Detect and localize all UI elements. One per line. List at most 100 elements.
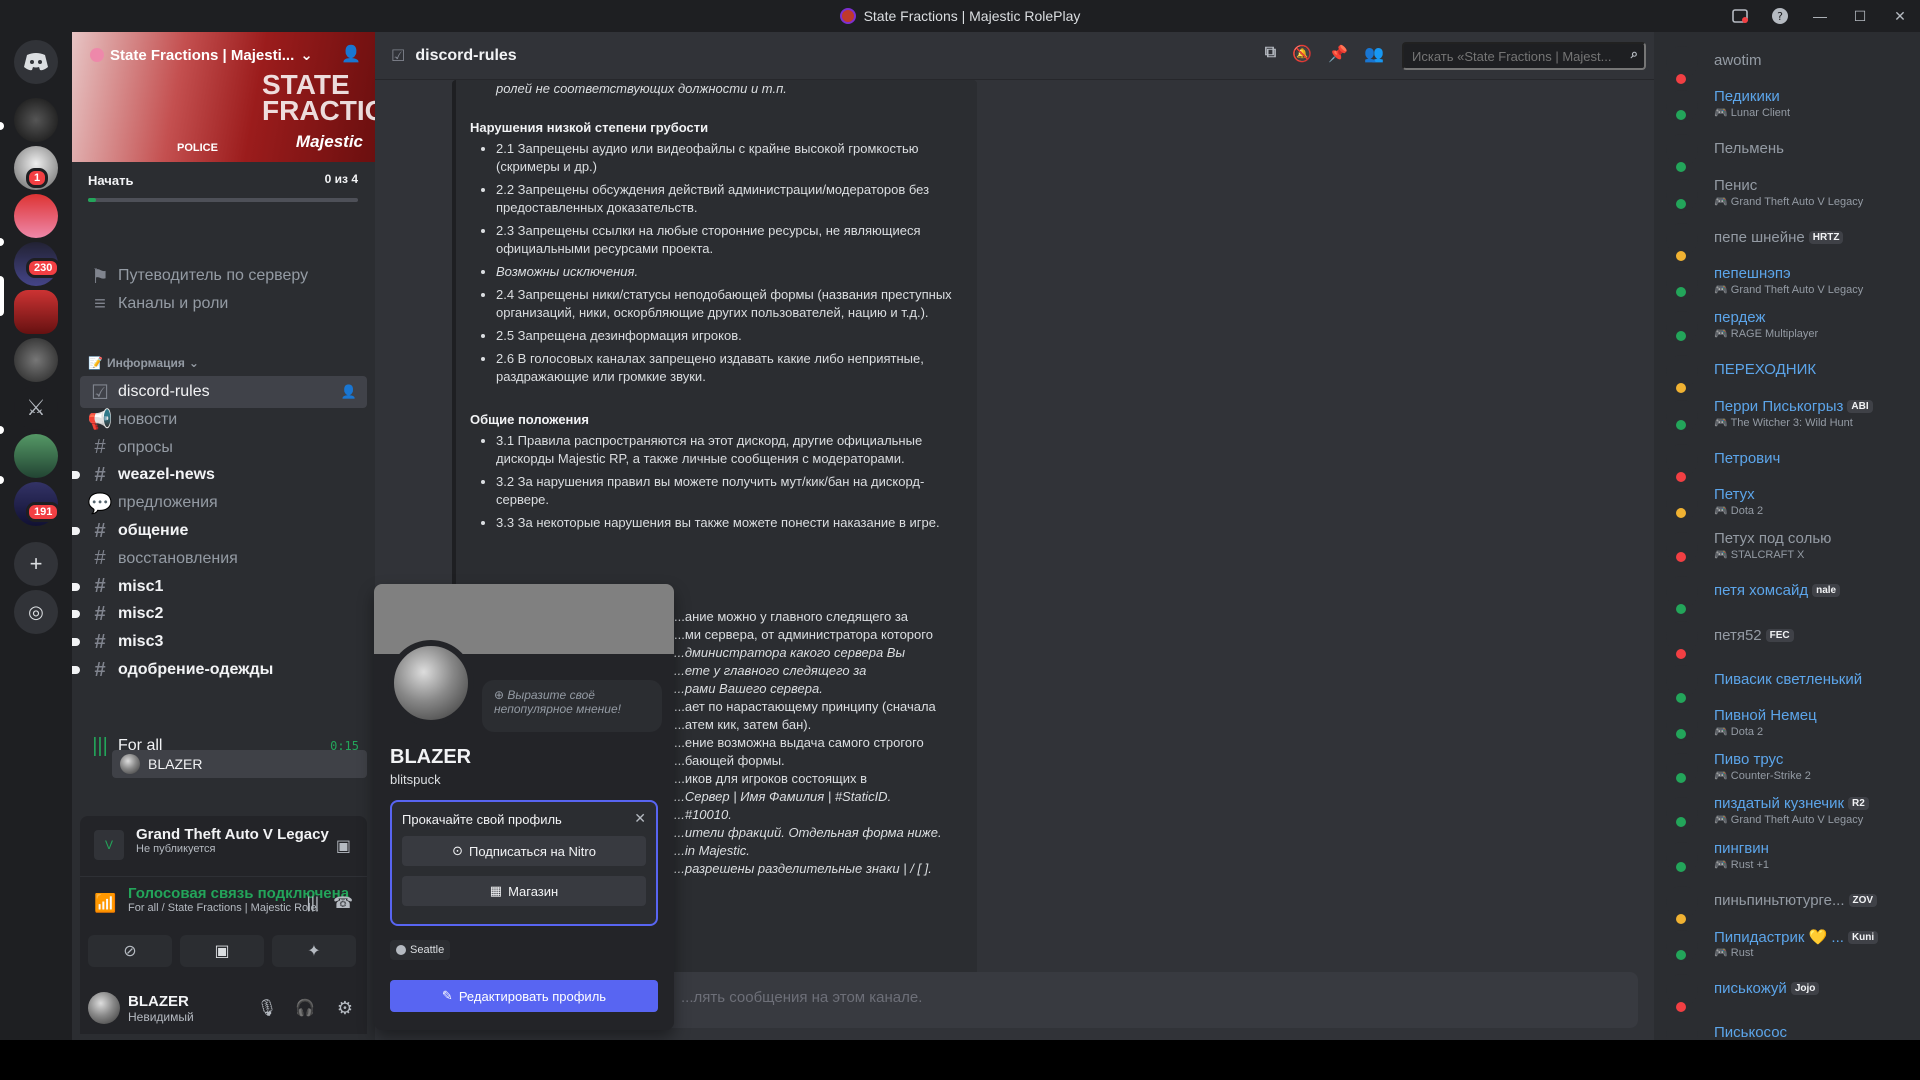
- avatar[interactable]: [88, 992, 120, 1024]
- guild-tag[interactable]: HRTZ: [1808, 230, 1844, 244]
- member-item[interactable]: Пивной Немец 🎮 Dota 2: [1666, 705, 1916, 747]
- member-item[interactable]: пиньпиньтютурге... ZOV: [1666, 882, 1916, 924]
- member-item[interactable]: ПЕРЕХОДНИК: [1666, 351, 1916, 394]
- screen-share-button[interactable]: ▣: [180, 935, 264, 967]
- home-button[interactable]: [14, 40, 58, 84]
- voice-user[interactable]: BLAZER: [112, 750, 367, 778]
- server-icon-1[interactable]: [14, 98, 58, 142]
- server-icon-state-fractions[interactable]: [14, 290, 58, 334]
- inbox-icon[interactable]: [1720, 7, 1760, 25]
- gamepad-icon: 🎮: [1714, 416, 1731, 429]
- camera-off-button[interactable]: ⊘: [88, 935, 172, 967]
- channel-10[interactable]: # одобрение-одежды: [72, 654, 367, 686]
- maximize-button[interactable]: ☐: [1840, 8, 1880, 25]
- disconnect-icon[interactable]: ☎: [333, 893, 353, 913]
- close-icon[interactable]: ✕: [634, 810, 646, 827]
- member-item[interactable]: пепешнэпэ 🎮 Grand Theft Auto V Legacy: [1666, 263, 1916, 305]
- profile-avatar[interactable]: [388, 640, 474, 726]
- member-item[interactable]: пингвин 🎮 Rust +1: [1666, 838, 1916, 880]
- mention-badge: 191: [26, 502, 61, 522]
- headphones-icon[interactable]: 🎧: [295, 998, 315, 1018]
- member-item[interactable]: петя хомсайд nale: [1666, 572, 1916, 615]
- settings-gear-icon[interactable]: ⚙: [337, 998, 353, 1019]
- guild-tag[interactable]: R2: [1848, 797, 1869, 811]
- server-icon-7[interactable]: ⚔: [14, 386, 58, 430]
- guild-tag[interactable]: ABI: [1847, 399, 1873, 413]
- member-item[interactable]: пердеж 🎮 RAGE Multiplayer: [1666, 307, 1916, 349]
- search-input[interactable]: [1402, 42, 1646, 70]
- stream-icon[interactable]: ▣: [336, 836, 351, 856]
- invite-icon[interactable]: 👤: [341, 384, 357, 400]
- guild-tag[interactable]: Jojo: [1790, 982, 1820, 996]
- user-info[interactable]: BLAZER Невидимый: [128, 993, 194, 1024]
- signal-icon[interactable]: 📶: [94, 893, 116, 914]
- member-item[interactable]: Пивасик светленький: [1666, 661, 1916, 703]
- member-item[interactable]: Пенис 🎮 Grand Theft Auto V Legacy: [1666, 175, 1916, 217]
- channel-label: новости: [118, 410, 178, 428]
- microphone-icon[interactable]: 🎙: [257, 998, 277, 1018]
- member-item[interactable]: Перри Писькогрыз ABI 🎮 The Witcher 3: Wild…: [1666, 396, 1916, 438]
- memo-icon: 📝: [88, 356, 103, 370]
- help-icon[interactable]: ?: [1760, 7, 1800, 25]
- member-item[interactable]: пиздатый кузнечик R2 🎮 Grand Theft Auto V …: [1666, 793, 1916, 835]
- threads-icon[interactable]: ⧉: [1265, 44, 1276, 64]
- onboarding-progress[interactable]: Начать 0 из 4: [88, 172, 358, 202]
- notifications-off-icon[interactable]: 🔕: [1292, 44, 1312, 64]
- member-item[interactable]: Петрович: [1666, 440, 1916, 482]
- voice-location[interactable]: For all / State Fractions | Majestic Rol…: [128, 902, 318, 914]
- edit-profile-button[interactable]: ✎ Редактировать профиль: [390, 980, 658, 1012]
- member-item[interactable]: Педикики 🎮 Lunar Client: [1666, 86, 1916, 128]
- add-server-icon[interactable]: +: [14, 542, 58, 586]
- channel-label: восстановления: [118, 549, 238, 567]
- channel-1[interactable]: 📢 новости: [80, 404, 367, 436]
- member-item[interactable]: Пипидастрик 💛 ... Kuni 🎮 Rust: [1666, 926, 1916, 968]
- pin-icon[interactable]: 📌: [1328, 44, 1348, 64]
- gamepad-icon: 🎮: [1714, 858, 1731, 871]
- avatar: [1666, 620, 1698, 653]
- guild-tag[interactable]: ZOV: [1848, 893, 1878, 907]
- member-item[interactable]: awotim: [1666, 42, 1916, 84]
- close-button[interactable]: ✕: [1880, 8, 1920, 25]
- guild-tag[interactable]: FEC: [1765, 628, 1794, 642]
- chevron-down-icon[interactable]: ⌄: [300, 46, 313, 64]
- status-online-icon: [1676, 729, 1686, 739]
- nitro-button[interactable]: ⊙ Подписаться на Nitro: [402, 836, 646, 866]
- channel-6[interactable]: # восстановления: [80, 543, 367, 575]
- member-item[interactable]: писькожуй Jojo: [1666, 970, 1916, 1013]
- activities-button[interactable]: ✦: [272, 935, 356, 967]
- profile-username: blitspuck: [390, 772, 441, 787]
- guild-tag[interactable]: nale: [1812, 584, 1841, 598]
- server-banner[interactable]: State Fractions | Majesti... ⌄ 👤 STATE F…: [72, 32, 375, 162]
- shop-button[interactable]: ▦ Магазин: [402, 876, 646, 906]
- server-icon-events[interactable]: [14, 194, 58, 238]
- channels-and-roles[interactable]: ≡ Каналы и роли: [80, 288, 367, 320]
- member-name-text: Пенис: [1714, 176, 1758, 194]
- location-tag[interactable]: Seattle: [390, 940, 451, 960]
- member-item[interactable]: Петух под солью 🎮 STALCRAFT X: [1666, 528, 1916, 570]
- status-online-icon: [1676, 162, 1686, 173]
- mention-badge: 230: [26, 258, 61, 278]
- member-item[interactable]: Петух 🎮 Dota 2: [1666, 484, 1916, 526]
- invite-icon[interactable]: 👤: [341, 44, 361, 64]
- discover-icon[interactable]: ◎: [14, 590, 58, 634]
- guild-tag[interactable]: Kuni: [1847, 931, 1879, 944]
- status-online-icon: [1676, 861, 1686, 872]
- noise-suppression-icon[interactable]: |||: [307, 895, 319, 913]
- server-icon-6[interactable]: [14, 338, 58, 382]
- category-info[interactable]: 📝 Информация ⌄: [88, 356, 199, 370]
- member-item[interactable]: Пиво трус 🎮 Counter-Strike 2: [1666, 749, 1916, 791]
- member-list-icon[interactable]: 👥: [1364, 44, 1384, 64]
- member-item[interactable]: петя52 FEC: [1666, 617, 1916, 659]
- member-item[interactable]: Пельмень: [1666, 130, 1916, 173]
- voice-connection-panel: 📶 Голосовая связь подключена For all / S…: [80, 876, 367, 982]
- server-icon-8[interactable]: [14, 434, 58, 478]
- member-item[interactable]: Писькосос: [1666, 1014, 1916, 1040]
- member-name: Пивной Немец: [1714, 707, 1817, 724]
- member-item[interactable]: пепе шнейне HRTZ: [1666, 219, 1916, 261]
- status-online-icon: [1676, 950, 1686, 960]
- status-idle-icon: [1676, 383, 1686, 394]
- custom-status-bubble[interactable]: ⊕ Выразите своё непопулярное мнение!: [482, 680, 662, 732]
- minimize-button[interactable]: —: [1800, 8, 1840, 24]
- status-online-icon: [1676, 198, 1686, 209]
- member-name-text: Пипидастрик 💛 ...: [1714, 929, 1844, 946]
